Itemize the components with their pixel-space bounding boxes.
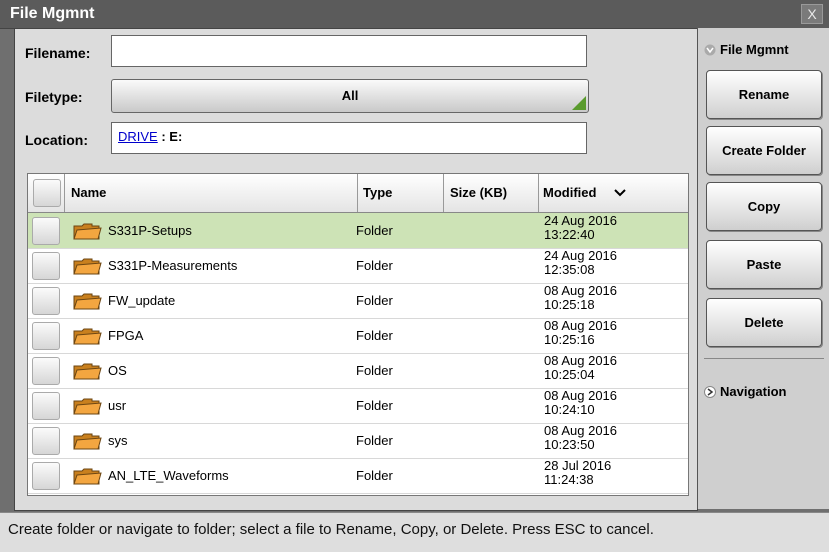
- folder-icon: [73, 328, 102, 345]
- row-time: 10:25:16: [544, 332, 595, 347]
- filetype-label: Filetype:: [25, 89, 83, 105]
- header-modified-label: Modified: [543, 185, 597, 200]
- delete-button[interactable]: Delete: [706, 298, 822, 347]
- row-time: 10:23:50: [544, 437, 595, 452]
- table-row[interactable]: S331P-Setups Folder 24 Aug 2016 13:22:40: [28, 213, 688, 249]
- close-button[interactable]: X: [801, 4, 823, 24]
- action-sidebar: File Mgmnt Rename Create Folder Copy Pas…: [697, 28, 829, 509]
- table-row[interactable]: S331P-Measurements Folder 24 Aug 2016 12:…: [28, 248, 688, 284]
- folder-icon: [73, 468, 102, 485]
- header-type[interactable]: Type: [358, 174, 444, 212]
- location-label: Location:: [25, 132, 88, 148]
- filetype-value: All: [341, 88, 359, 103]
- chevron-down-icon: [614, 189, 626, 197]
- section-title: File Mgmnt: [720, 42, 789, 57]
- row-type: Folder: [356, 293, 393, 308]
- row-date: 08 Aug 2016: [544, 353, 618, 368]
- row-checkbox[interactable]: [32, 287, 60, 315]
- row-checkbox[interactable]: [32, 392, 60, 420]
- folder-icon: [73, 258, 102, 275]
- row-type: Folder: [356, 258, 393, 273]
- row-checkbox[interactable]: [32, 217, 60, 245]
- chevron-down-circle-icon: [704, 44, 716, 55]
- row-time: 12:35:08: [544, 262, 595, 277]
- location-field[interactable]: DRIVE : E:: [111, 122, 587, 154]
- header-size[interactable]: Size (KB): [444, 174, 539, 212]
- table-row[interactable]: AN_LTE_Waveforms Folder 28 Jul 2016 11:24…: [28, 458, 688, 494]
- row-time: 11:24:38: [544, 472, 594, 487]
- navigation-section[interactable]: Navigation: [704, 384, 786, 399]
- file-panel: Filename: Filetype: All Location: DRIVE …: [14, 28, 698, 511]
- row-time: 10:24:10: [544, 402, 595, 417]
- row-type: Folder: [356, 398, 393, 413]
- row-type: Folder: [356, 468, 393, 483]
- row-type: Folder: [356, 433, 393, 448]
- folder-icon: [73, 363, 102, 380]
- folder-icon: [73, 398, 102, 415]
- sidebar-divider: [704, 358, 824, 359]
- filename-label: Filename:: [25, 45, 91, 61]
- row-checkbox[interactable]: [32, 427, 60, 455]
- rename-button[interactable]: Rename: [706, 70, 822, 119]
- title-bar: File Mgmnt X: [0, 0, 829, 29]
- folder-icon: [73, 293, 102, 310]
- row-date: 24 Aug 2016: [544, 213, 618, 228]
- row-time: 10:25:04: [544, 367, 595, 382]
- table-row[interactable]: OS Folder 08 Aug 2016 10:25:04: [28, 353, 688, 389]
- table-row[interactable]: FW_update Folder 08 Aug 2016 10:25:18: [28, 283, 688, 319]
- row-type: Folder: [356, 223, 393, 238]
- filename-input[interactable]: [111, 35, 587, 67]
- dropdown-corner-icon: [572, 96, 586, 110]
- row-name: OS: [108, 363, 127, 378]
- select-all-checkbox[interactable]: [33, 179, 61, 207]
- paste-button[interactable]: Paste: [706, 240, 822, 289]
- location-separator: :: [157, 129, 170, 144]
- header-name[interactable]: Name: [65, 174, 358, 212]
- table-row[interactable]: sys Folder 08 Aug 2016 10:23:50: [28, 423, 688, 459]
- row-checkbox[interactable]: [32, 252, 60, 280]
- row-name: S331P-Setups: [108, 223, 192, 238]
- row-time: 13:22:40: [544, 227, 595, 242]
- row-name: sys: [108, 433, 128, 448]
- table-header: Name Type Size (KB) Modified: [28, 174, 688, 213]
- copy-button[interactable]: Copy: [706, 182, 822, 231]
- row-name: FW_update: [108, 293, 176, 308]
- chevron-right-icon: [704, 385, 716, 398]
- row-name: S331P-Measurements: [108, 258, 238, 273]
- row-date: 28 Jul 2016: [544, 458, 612, 473]
- row-date: 08 Aug 2016: [544, 318, 618, 333]
- status-text: Create folder or navigate to folder; sel…: [8, 521, 654, 538]
- row-date: 08 Aug 2016: [544, 388, 618, 403]
- row-name: AN_LTE_Waveforms: [108, 468, 229, 483]
- row-date: 24 Aug 2016: [544, 248, 618, 263]
- row-time: 10:25:18: [544, 297, 595, 312]
- row-type: Folder: [356, 328, 393, 343]
- folder-icon: [73, 223, 102, 240]
- header-modified[interactable]: Modified: [539, 174, 687, 212]
- location-drive: E:: [169, 129, 183, 144]
- row-name: FPGA: [108, 328, 144, 343]
- row-checkbox[interactable]: [32, 357, 60, 385]
- close-icon: X: [807, 6, 817, 22]
- row-name: usr: [108, 398, 127, 413]
- window-title: File Mgmnt: [10, 5, 95, 22]
- file-mgmnt-section-header[interactable]: File Mgmnt: [704, 42, 789, 57]
- row-date: 08 Aug 2016: [544, 423, 618, 438]
- drive-link[interactable]: DRIVE: [118, 129, 158, 144]
- row-checkbox[interactable]: [32, 462, 60, 490]
- row-date: 08 Aug 2016: [544, 283, 618, 298]
- folder-icon: [73, 433, 102, 450]
- create-folder-button[interactable]: Create Folder: [706, 126, 822, 175]
- table-row[interactable]: usr Folder 08 Aug 2016 10:24:10: [28, 388, 688, 424]
- status-bar: Create folder or navigate to folder; sel…: [0, 512, 829, 552]
- row-type: Folder: [356, 363, 393, 378]
- navigation-label: Navigation: [720, 384, 787, 399]
- table-row[interactable]: FPGA Folder 08 Aug 2016 10:25:16: [28, 318, 688, 354]
- row-checkbox[interactable]: [32, 322, 60, 350]
- file-table: Name Type Size (KB) Modified S331P-Setup…: [27, 173, 689, 496]
- filetype-dropdown[interactable]: All: [111, 79, 589, 113]
